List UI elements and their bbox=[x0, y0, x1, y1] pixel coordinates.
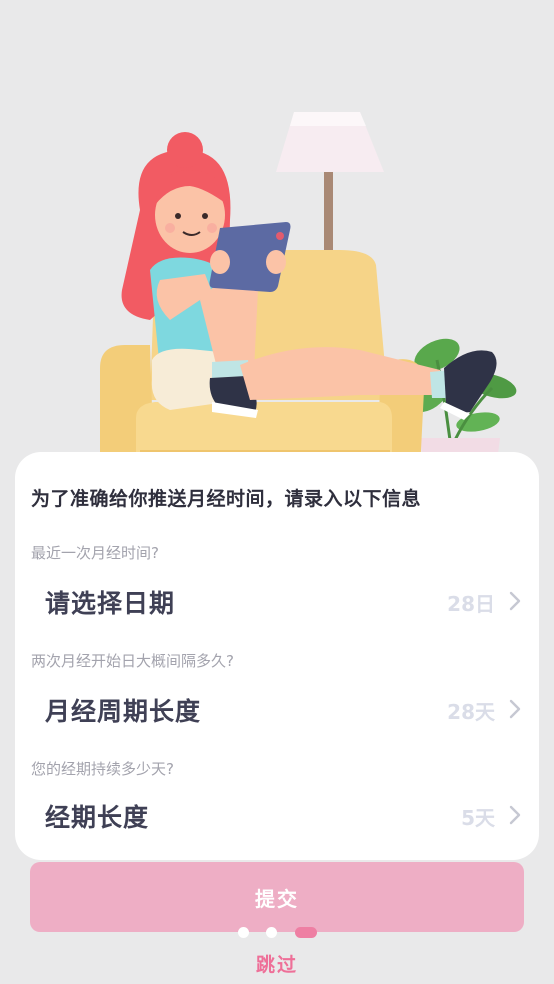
period-duration-value: 5天 bbox=[461, 806, 495, 830]
chevron-right-icon bbox=[509, 805, 521, 825]
page-indicator bbox=[0, 927, 554, 939]
chevron-right-icon bbox=[509, 699, 521, 719]
page-dot bbox=[266, 927, 277, 938]
floor-lamp-icon bbox=[276, 112, 384, 260]
cycle-length-label: 两次月经开始日大概间隔多久? bbox=[31, 652, 234, 670]
last-period-value: 28日 bbox=[447, 592, 495, 616]
period-duration-row[interactable]: 经期长度 5天 bbox=[15, 786, 539, 842]
cycle-length-row[interactable]: 月经周期长度 28天 bbox=[15, 680, 539, 736]
form-title: 为了准确给你推送月经时间，请录入以下信息 bbox=[31, 488, 422, 510]
last-period-date-placeholder: 请选择日期 bbox=[45, 589, 176, 618]
cycle-length-title: 月经周期长度 bbox=[45, 697, 202, 726]
info-form-card: 为了准确给你推送月经时间，请录入以下信息 最近一次月经时间? 请选择日期 28日… bbox=[15, 452, 539, 860]
skip-link[interactable]: 跳过 bbox=[0, 950, 554, 977]
page-dot-active bbox=[295, 927, 317, 938]
submit-button[interactable]: 提交 bbox=[30, 862, 524, 932]
period-duration-title: 经期长度 bbox=[45, 803, 150, 832]
last-period-label: 最近一次月经时间? bbox=[31, 544, 159, 562]
cycle-length-value: 28天 bbox=[447, 700, 495, 724]
girl-on-sofa-illustration bbox=[100, 112, 517, 470]
onboarding-screen: 为了准确给你推送月经时间，请录入以下信息 最近一次月经时间? 请选择日期 28日… bbox=[0, 0, 554, 984]
last-period-date-row[interactable]: 请选择日期 28日 bbox=[15, 572, 539, 628]
chevron-right-icon bbox=[509, 591, 521, 611]
page-dot bbox=[238, 927, 249, 938]
period-duration-label: 您的经期持续多少天? bbox=[31, 760, 174, 778]
